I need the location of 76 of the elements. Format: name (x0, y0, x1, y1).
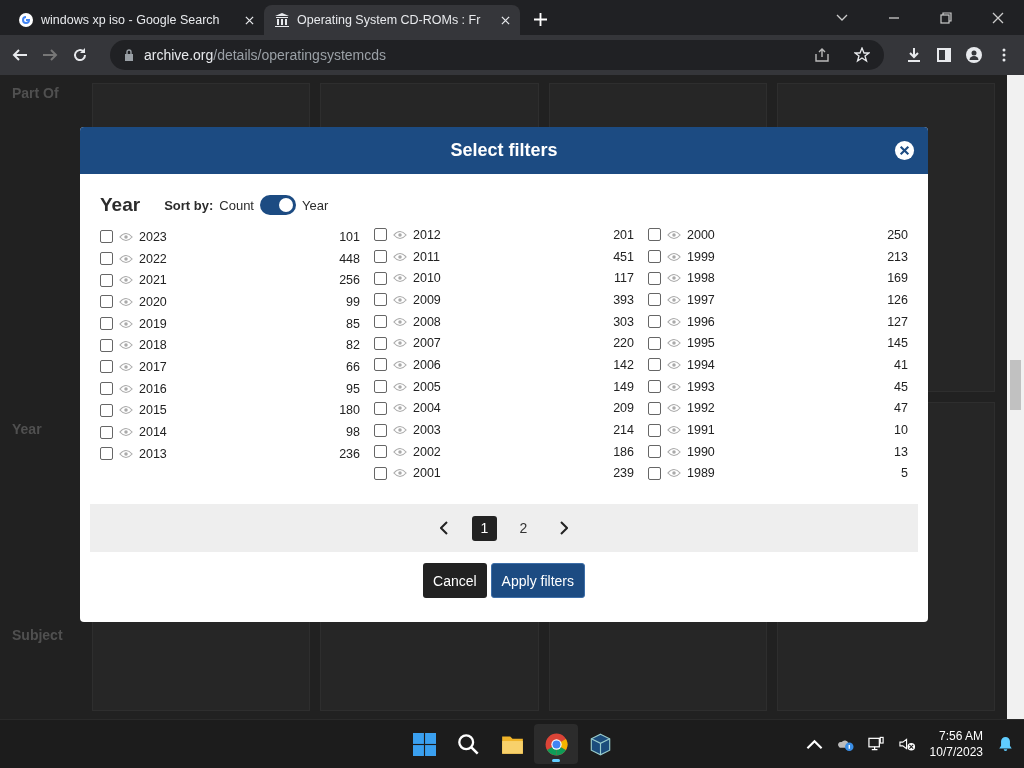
year-label: 2020 (139, 294, 168, 309)
count-label: 82 (346, 338, 360, 353)
year-label: 1997 (687, 292, 716, 307)
count-label: 145 (887, 336, 908, 351)
year-label: 2009 (413, 292, 442, 307)
count-label: 236 (339, 446, 360, 461)
year-label: 2013 (139, 446, 168, 461)
year-label: 1989 (687, 466, 716, 481)
count-label: 117 (614, 271, 634, 286)
year-label: 1995 (687, 336, 716, 351)
year-label: 2021 (139, 273, 168, 288)
year-label: 2002 (413, 444, 442, 459)
year-label: 2008 (413, 314, 442, 329)
year-label: 2017 (139, 359, 168, 374)
count-label: 41 (894, 357, 908, 372)
year-label: 1990 (687, 444, 716, 459)
year-label: 2003 (413, 423, 442, 438)
year-label: 2012 (413, 227, 442, 242)
year-label: 2004 (413, 401, 442, 416)
count-label: 45 (894, 379, 908, 394)
count-label: 213 (887, 249, 908, 264)
facet-title: Year (100, 194, 141, 216)
year-label: 2022 (139, 251, 168, 266)
count-label: 201 (613, 227, 634, 242)
year-label: 2019 (139, 316, 168, 331)
year-label: 1996 (687, 314, 716, 329)
count-label: 95 (346, 381, 360, 396)
year-label: 2010 (413, 271, 442, 286)
year-label: 1999 (687, 249, 716, 264)
url-text: archive.org/details/operatingsystemcds (144, 47, 387, 63)
count-label: 5 (901, 466, 908, 481)
count-label: 98 (346, 425, 360, 440)
tab-title: Operating System CD-ROMs : Fr (297, 13, 482, 27)
year-label: 2001 (413, 466, 442, 481)
count-label: 393 (613, 292, 634, 307)
year-label: 2018 (139, 338, 168, 353)
count-label: 85 (346, 316, 360, 331)
year-label: 2016 (139, 381, 168, 396)
count-label: 209 (613, 401, 634, 416)
count-label: 186 (613, 444, 634, 459)
count-label: 126 (887, 292, 908, 307)
year-label: 2006 (413, 357, 442, 372)
year-label: 2015 (139, 403, 168, 418)
year-label: 1993 (687, 379, 716, 394)
count-label: 47 (894, 401, 908, 416)
count-label: 169 (887, 271, 908, 286)
count-label: 10 (894, 423, 908, 438)
count-label: 101 (339, 229, 360, 244)
year-label: 2011 (413, 249, 441, 264)
count-label: 99 (346, 294, 360, 309)
year-label: 2007 (413, 336, 442, 351)
count-label: 256 (339, 273, 360, 288)
year-label: 1994 (687, 357, 716, 372)
sort-label: Sort by: (164, 197, 214, 213)
tab-title: windows xp iso - Google Search (41, 13, 221, 27)
year-label: 2005 (413, 379, 442, 394)
count-label: 220 (613, 336, 634, 351)
count-label: 239 (613, 466, 634, 481)
count-label: 142 (613, 357, 634, 372)
count-label: 127 (887, 314, 908, 329)
count-label: 303 (613, 314, 634, 329)
year-label: 1992 (687, 401, 716, 416)
count-label: 214 (613, 423, 634, 438)
year-label: 2000 (687, 227, 716, 242)
count-label: 448 (339, 251, 360, 266)
count-label: 66 (346, 359, 360, 374)
count-label: 13 (894, 444, 908, 459)
year-label: 2023 (139, 229, 168, 244)
count-label: 180 (339, 403, 360, 418)
count-label: 149 (613, 379, 634, 394)
year-label: 1991 (687, 423, 716, 438)
count-label: 451 (613, 249, 634, 264)
year-label: 1998 (687, 271, 716, 286)
year-label: 2014 (139, 425, 168, 440)
dialog-title: Select filters (450, 140, 558, 161)
count-label: 250 (887, 227, 908, 242)
